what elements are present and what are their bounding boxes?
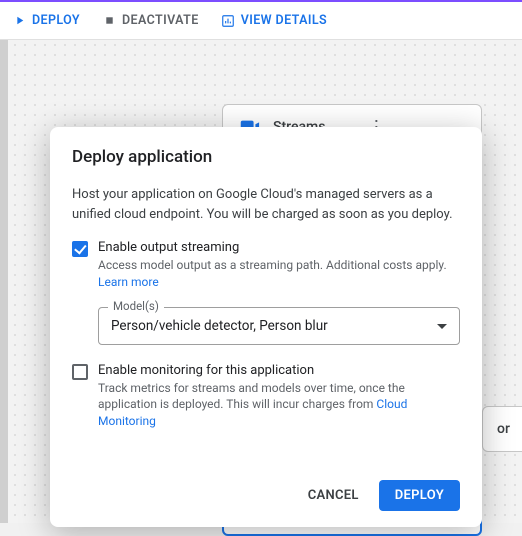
models-field: Model(s) Person/vehicle detector, Person… xyxy=(98,307,460,345)
option-output-streaming: Enable output streaming Access model out… xyxy=(72,240,460,291)
output-streaming-checkbox[interactable] xyxy=(72,241,88,257)
deploy-toolbar-label: DEPLOY xyxy=(32,13,80,28)
option-monitoring: Enable monitoring for this application T… xyxy=(72,363,460,430)
learn-more-link[interactable]: Learn more xyxy=(98,275,159,289)
play-icon xyxy=(12,14,26,28)
node-partial-right[interactable]: or xyxy=(482,406,522,452)
view-details-label: VIEW DETAILS xyxy=(241,13,327,28)
deploy-button[interactable]: DEPLOY xyxy=(379,480,460,511)
output-streaming-sublabel: Access model output as a streaming path.… xyxy=(98,257,460,291)
dialog-description: Host your application on Google Cloud's … xyxy=(72,185,460,224)
cancel-button[interactable]: CANCEL xyxy=(298,480,369,511)
models-field-label: Model(s) xyxy=(108,299,164,313)
dialog-title: Deploy application xyxy=(72,147,460,167)
output-streaming-label: Enable output streaming xyxy=(98,240,460,255)
deactivate-toolbar-label: DEACTIVATE xyxy=(122,13,199,28)
node-partial-label: or xyxy=(497,421,510,437)
deploy-toolbar-button[interactable]: DEPLOY xyxy=(12,13,80,28)
monitoring-label: Enable monitoring for this application xyxy=(98,363,460,378)
deploy-dialog: Deploy application Host your application… xyxy=(50,127,482,527)
dialog-actions: CANCEL DEPLOY xyxy=(72,480,460,511)
chart-icon xyxy=(221,14,235,28)
side-rail xyxy=(0,40,8,523)
chevron-down-icon xyxy=(437,324,447,334)
toolbar: DEPLOY DEACTIVATE VIEW DETAILS xyxy=(0,2,522,40)
deactivate-toolbar-button[interactable]: DEACTIVATE xyxy=(102,13,199,28)
stop-icon xyxy=(102,14,116,28)
models-select-value: Person/vehicle detector, Person blur xyxy=(111,318,328,334)
view-details-toolbar-button[interactable]: VIEW DETAILS xyxy=(221,13,327,28)
monitoring-sublabel: Track metrics for streams and models ove… xyxy=(98,380,460,430)
monitoring-checkbox[interactable] xyxy=(72,364,88,380)
